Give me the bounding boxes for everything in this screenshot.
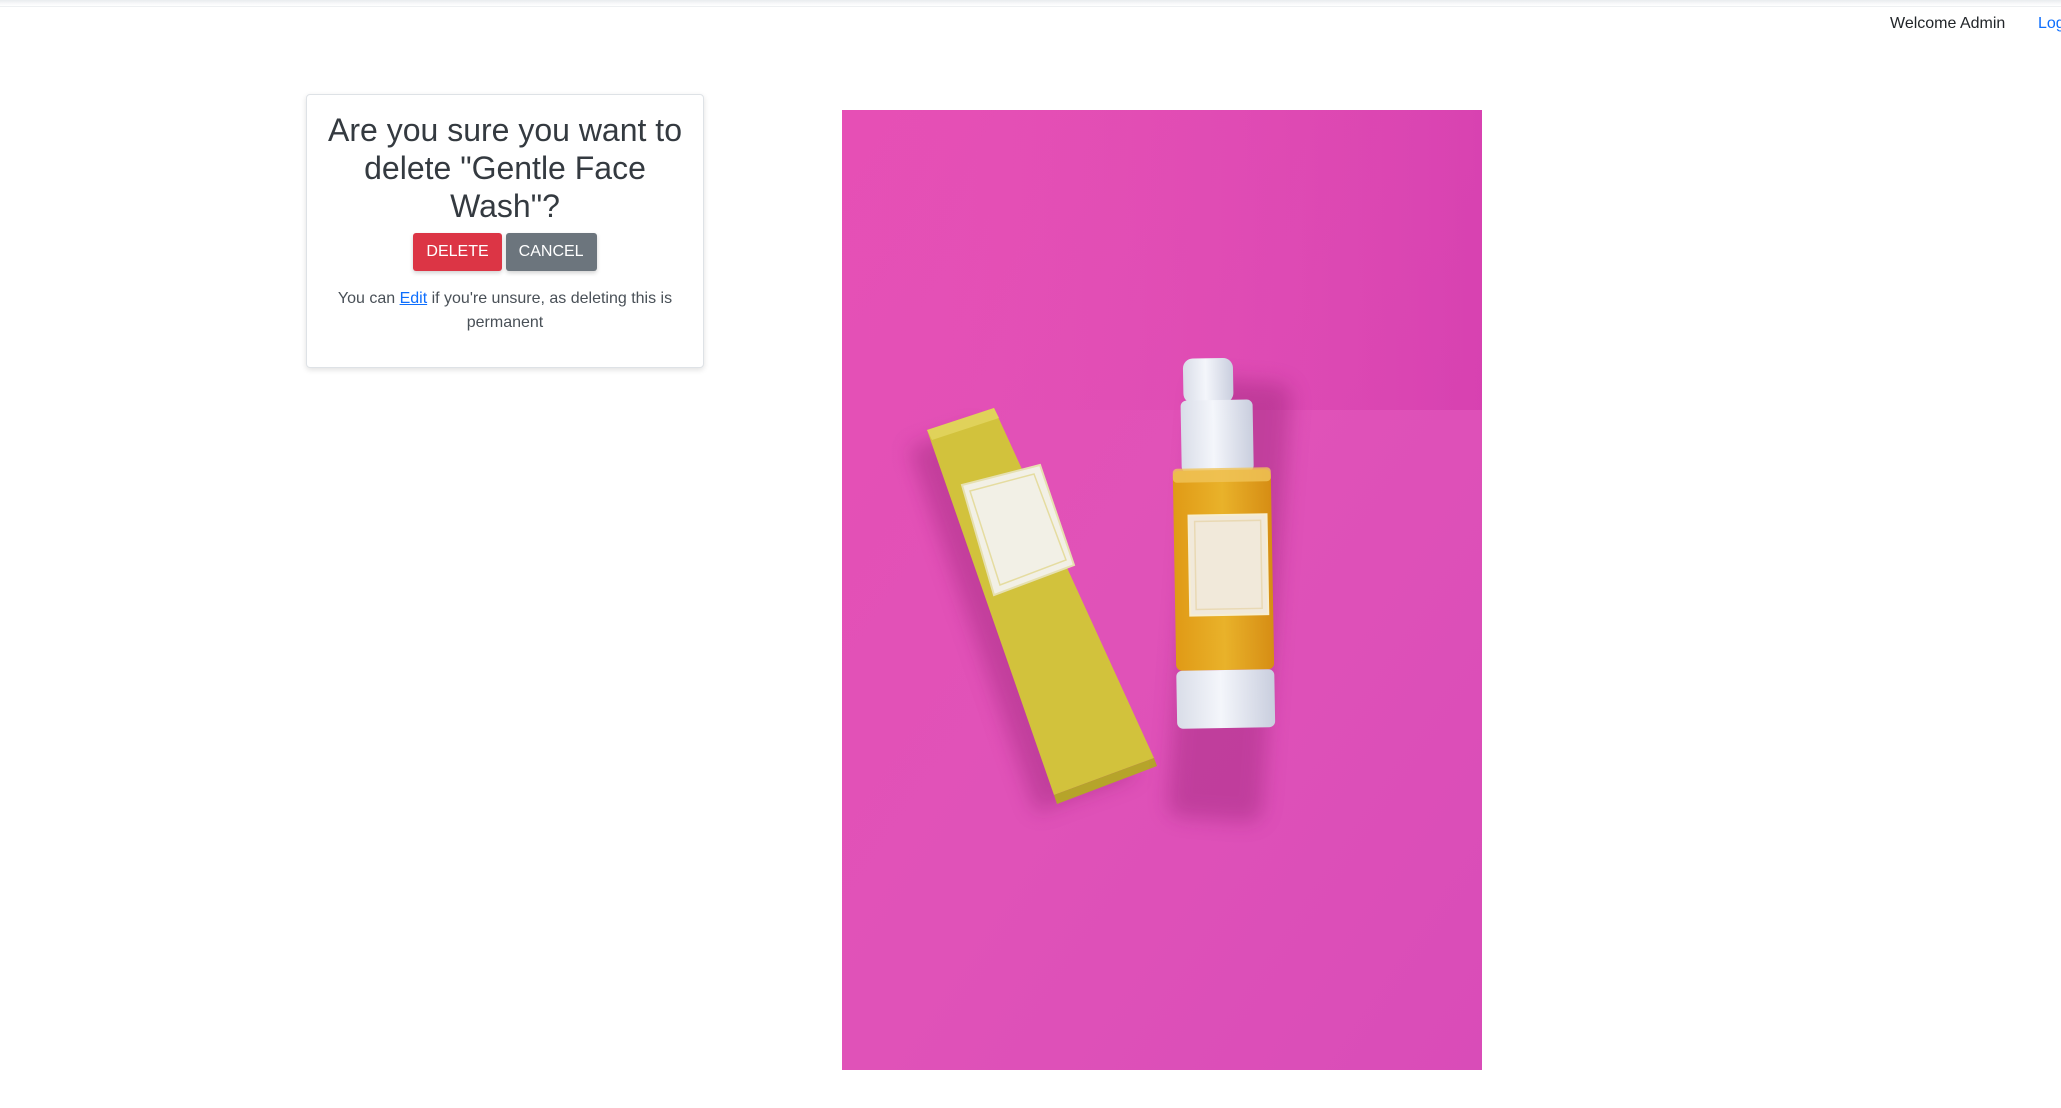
confirm-title: Are you sure you want to delete "Gentle … (328, 112, 682, 224)
welcome-text: Welcome Admin (1890, 15, 2006, 32)
product-image (842, 110, 1482, 1070)
delete-button[interactable]: DELETE (413, 233, 502, 271)
top-navbar (0, 0, 2061, 7)
note-before: You can (337, 290, 400, 307)
note-after: if you're unsure, as deleting this is pe… (427, 290, 673, 331)
image-background-shade (842, 110, 1482, 410)
cancel-button[interactable]: CANCEL (505, 233, 597, 271)
logout-link[interactable]: Log (2038, 15, 2061, 33)
edit-link[interactable]: Edit (400, 290, 428, 307)
confirm-note: You can Edit if you're unsure, as deleti… (335, 287, 675, 335)
confirm-button-row: DELETE CANCEL (307, 233, 703, 271)
delete-confirm-card: Are you sure you want to delete "Gentle … (306, 94, 704, 368)
